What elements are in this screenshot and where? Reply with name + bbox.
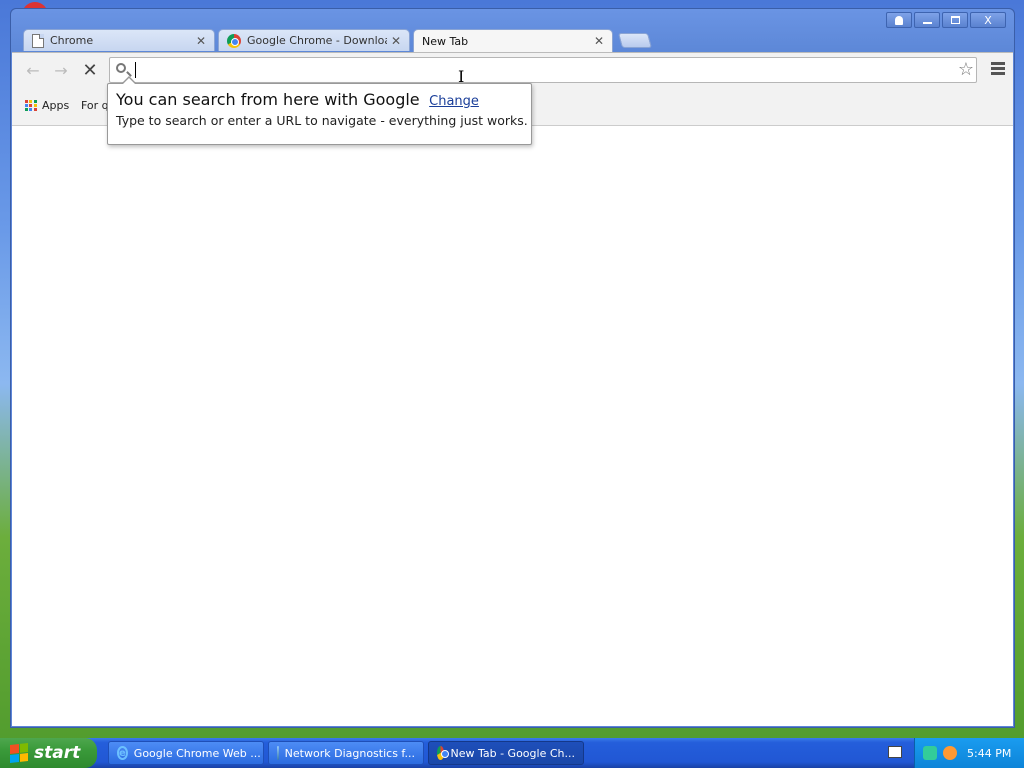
chrome-logo-icon <box>227 33 241 48</box>
windows-logo-icon <box>10 743 28 763</box>
chrome-menu-button[interactable] <box>991 62 1005 76</box>
taskbar-item-label: New Tab - Google Ch... <box>450 746 575 760</box>
back-button[interactable]: ← <box>22 59 44 81</box>
keyboard-icon[interactable] <box>888 746 902 758</box>
apps-grid-icon <box>25 99 37 112</box>
stop-button[interactable]: ✕ <box>79 59 101 81</box>
taskbar-item-chrome-web[interactable]: e Google Chrome Web ... <box>108 741 264 765</box>
network-icon <box>277 746 279 760</box>
bookmark-apps[interactable]: Apps <box>25 99 69 112</box>
search-icon <box>116 63 126 73</box>
chrome-window: X Chrome ✕ Google Chrome - Download t ✕ … <box>10 8 1015 728</box>
back-arrow-icon: ← <box>26 60 40 80</box>
hamburger-icon <box>991 62 1005 65</box>
minimize-button[interactable] <box>914 12 940 28</box>
omnibox[interactable]: ☆ <box>109 57 977 83</box>
taskbar-item-new-tab[interactable]: New Tab - Google Ch... <box>428 741 584 765</box>
maximize-icon <box>950 16 960 24</box>
change-search-link[interactable]: Change <box>429 94 479 109</box>
minimize-icon <box>922 21 932 24</box>
close-window-button[interactable]: X <box>970 12 1006 28</box>
omnibox-input[interactable] <box>134 61 914 79</box>
ibeam-cursor-icon: I <box>458 67 465 86</box>
bookmark-star-icon[interactable]: ☆ <box>958 59 974 80</box>
new-tab-button[interactable] <box>617 33 653 48</box>
system-tray: 5:44 PM <box>914 738 1024 768</box>
tab-close-icon[interactable]: ✕ <box>594 34 604 48</box>
tab-label: New Tab <box>422 34 469 48</box>
tab-chrome-download[interactable]: Google Chrome - Download t ✕ <box>218 29 410 51</box>
taskbar: start e Google Chrome Web ... Network Di… <box>0 738 1024 768</box>
clock[interactable]: 5:44 PM <box>967 747 1011 760</box>
tab-chrome[interactable]: Chrome ✕ <box>23 29 215 51</box>
chrome-logo-icon <box>437 746 450 760</box>
profile-button[interactable] <box>886 12 912 28</box>
person-icon <box>895 15 903 25</box>
start-button[interactable]: start <box>0 738 97 768</box>
bookmark-apps-label: Apps <box>42 99 70 112</box>
search-info-bubble: You can search from here with Google Cha… <box>107 76 532 145</box>
taskbar-item-label: Network Diagnostics f... <box>284 746 415 760</box>
window-controls: X <box>886 12 1006 28</box>
stop-icon: ✕ <box>82 59 98 81</box>
ie-icon: e <box>117 746 128 760</box>
forward-button[interactable]: → <box>50 59 72 81</box>
security-icon[interactable] <box>923 746 937 760</box>
tab-label: Google Chrome - Download t <box>247 34 387 47</box>
page-icon <box>32 33 44 48</box>
page-content[interactable] <box>12 126 1013 726</box>
tab-new-tab[interactable]: New Tab ✕ <box>413 29 613 52</box>
taskbar-item-label: Google Chrome Web ... <box>133 746 261 760</box>
toolbar: ← → ✕ ☆ <box>12 52 1013 86</box>
tab-close-icon[interactable]: ✕ <box>391 34 401 48</box>
tab-close-icon[interactable]: ✕ <box>196 34 206 48</box>
bubble-subtitle: Type to search or enter a URL to navigat… <box>116 113 528 128</box>
bubble-title: You can search from here with Google <box>116 90 420 109</box>
maximize-button[interactable] <box>942 12 968 28</box>
close-icon: X <box>984 13 992 27</box>
search-tray-icon[interactable] <box>943 746 957 760</box>
start-label: start <box>34 743 81 763</box>
taskbar-item-network-diagnostics[interactable]: Network Diagnostics f... <box>268 741 424 765</box>
tab-label: Chrome <box>50 34 94 47</box>
forward-arrow-icon: → <box>54 60 68 80</box>
